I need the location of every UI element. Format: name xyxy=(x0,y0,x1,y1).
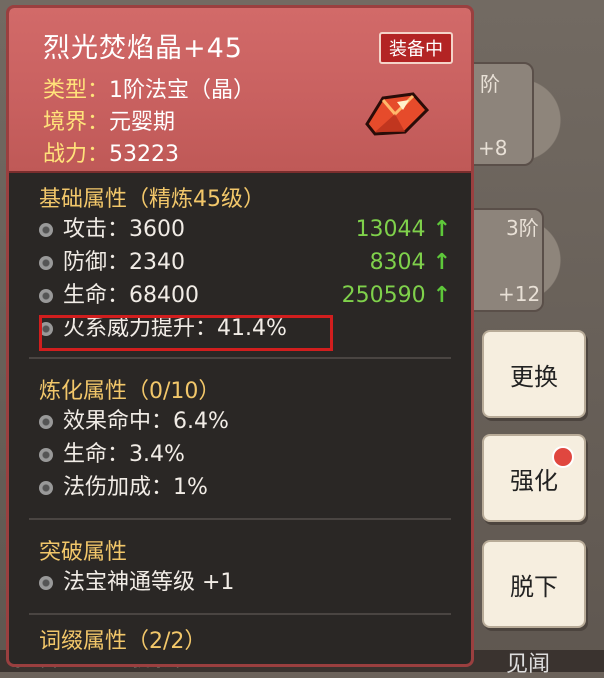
background-tier-label: 阶 xyxy=(480,72,500,96)
refine-row: 生命：3.4% xyxy=(39,438,471,471)
refine-row: 效果命中：6.4% xyxy=(39,405,471,438)
replace-button[interactable]: 更换 xyxy=(482,330,586,418)
attribute-row-attack: 攻击：3600 13044 ↑ xyxy=(39,213,471,246)
enhance-label: 强化 xyxy=(510,466,558,495)
defense-gain: 8304 ↑ xyxy=(370,246,451,279)
bullet-icon xyxy=(39,448,53,462)
item-detail-panel: 烈光焚焰晶+45 装备中 类型：1阶法宝（晶） 境界：元婴期 战力：53223 … xyxy=(6,5,474,667)
item-realm-value: 元婴期 xyxy=(109,110,176,135)
background-plus-label: +8 xyxy=(478,136,508,160)
item-power-label: 战力： xyxy=(43,142,110,167)
refine-hit-value: 效果命中：6.4% xyxy=(63,409,229,434)
life-value: 生命：68400 xyxy=(63,283,199,308)
equipped-badge: 装备中 xyxy=(379,32,453,64)
bullet-icon xyxy=(39,289,53,303)
bullet-icon xyxy=(39,481,53,495)
unequip-button[interactable]: 脱下 xyxy=(482,540,586,628)
item-type-value: 1阶法宝（晶） xyxy=(109,78,256,103)
item-name: 烈光焚焰晶+45 xyxy=(43,33,243,64)
bullet-icon xyxy=(39,576,53,590)
breakthrough-attributes-title: 突破属性 xyxy=(39,540,128,565)
refine-magic-value: 法伤加成：1% xyxy=(63,475,208,500)
background-next-label: 见闻 xyxy=(506,652,551,677)
breakthrough-row: 法宝神通等级 +1 xyxy=(39,566,471,599)
item-power-value: 53223 xyxy=(109,142,180,167)
item-type-label: 类型： xyxy=(43,78,110,103)
attack-gain: 13044 ↑ xyxy=(356,213,451,246)
item-realm: 境界：元婴期 xyxy=(43,104,175,136)
defense-gain-value: 8304 xyxy=(369,250,426,275)
up-arrow-icon: ↑ xyxy=(432,217,451,242)
attribute-row-life: 生命：68400 250590 ↑ xyxy=(39,279,471,312)
bullet-icon xyxy=(39,256,53,270)
defense-value: 防御：2340 xyxy=(63,250,185,275)
refine-life-value: 生命：3.4% xyxy=(63,442,185,467)
affix-attributes-section: 词缀属性（2/2） xyxy=(9,615,471,655)
base-attributes-title: 基础属性（精炼45级） xyxy=(39,187,265,212)
unequip-label: 脱下 xyxy=(510,572,558,601)
refine-row: 法伤加成：1% xyxy=(39,471,471,504)
up-arrow-icon: ↑ xyxy=(432,250,451,275)
bullet-icon xyxy=(39,415,53,429)
attack-gain-value: 13044 xyxy=(355,217,426,242)
item-header: 烈光焚焰晶+45 装备中 类型：1阶法宝（晶） 境界：元婴期 战力：53223 xyxy=(9,8,471,173)
affix-attributes-title: 词缀属性（2/2） xyxy=(39,629,207,654)
item-realm-label: 境界： xyxy=(43,110,110,135)
enhance-button[interactable]: 强化 xyxy=(482,434,586,522)
attribute-row-defense: 防御：2340 8304 ↑ xyxy=(39,246,471,279)
up-arrow-icon: ↑ xyxy=(432,283,451,308)
replace-label: 更换 xyxy=(510,362,558,391)
fire-power-highlight-box xyxy=(39,315,333,351)
background-plus-label-2: +12 xyxy=(498,282,541,306)
background-tier-label-2: 3阶 xyxy=(506,216,539,240)
flame-crystal-icon xyxy=(365,92,430,136)
breakthrough-attributes-section: 突破属性 法宝神通等级 +1 xyxy=(9,520,471,599)
breakthrough-value: 法宝神通等级 +1 xyxy=(63,570,235,595)
notification-dot-icon xyxy=(552,446,574,468)
refine-attributes-section: 炼化属性（0/10） 效果命中：6.4% 生命：3.4% 法伤加成：1% xyxy=(9,359,471,504)
life-gain: 250590 ↑ xyxy=(342,279,451,312)
attack-value: 攻击：3600 xyxy=(63,217,185,242)
bullet-icon xyxy=(39,223,53,237)
item-power: 战力：53223 xyxy=(43,136,179,168)
life-gain-value: 250590 xyxy=(341,283,426,308)
item-type: 类型：1阶法宝（晶） xyxy=(43,72,255,104)
refine-attributes-title: 炼化属性（0/10） xyxy=(39,379,221,404)
